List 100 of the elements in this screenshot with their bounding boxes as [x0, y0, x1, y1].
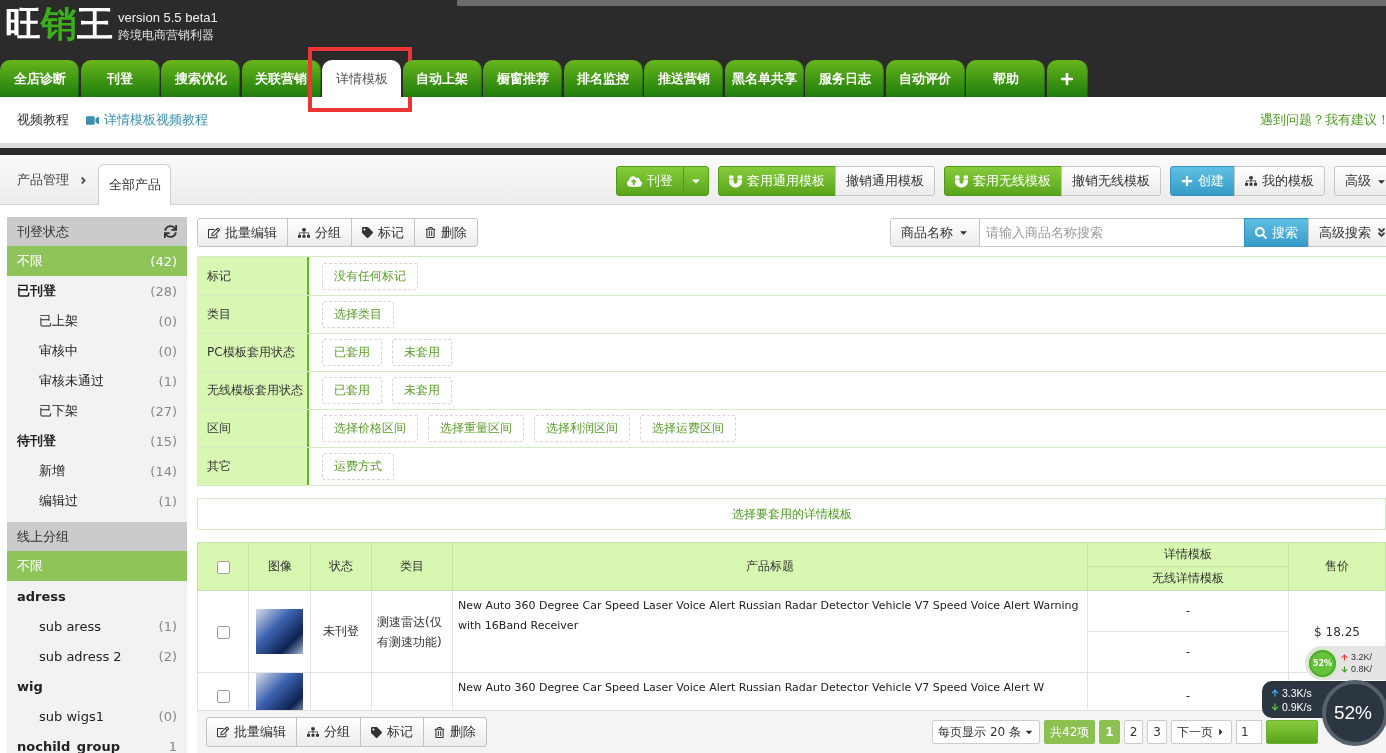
nav-tab[interactable]: 刊登: [80, 60, 160, 97]
sidebar-item[interactable]: 已上架 (0): [7, 306, 187, 336]
toolbar-button[interactable]: 删除: [423, 717, 487, 747]
sidebar-item[interactable]: 新增 (14): [7, 456, 187, 486]
plus-icon: [1181, 175, 1193, 187]
version-text: version 5.5 beta1: [118, 10, 218, 26]
subnav-link[interactable]: 详情模板视频教程: [86, 111, 208, 129]
cloud-upload-icon: [627, 173, 642, 189]
filter-label: PC模板套用状态: [198, 334, 309, 371]
toolbar-button[interactable]: 删除: [414, 218, 478, 247]
filter-option[interactable]: 已套用: [322, 339, 382, 366]
download-speed: 0.9K/s: [1282, 700, 1312, 713]
table-cell: 测速雷达(仅有测速功能): [371, 590, 453, 673]
sidebar-item[interactable]: 编辑过 (1): [7, 486, 187, 516]
sidebar-item[interactable]: adress: [7, 581, 187, 611]
dropdown-button[interactable]: [683, 166, 709, 196]
nav-tab[interactable]: 推送营销: [644, 60, 723, 97]
column-header: 无线详情模板: [1087, 566, 1289, 591]
nav-tab[interactable]: 详情模板: [322, 60, 401, 97]
toolbar-button[interactable]: 批量编辑: [206, 717, 297, 747]
sitemap-icon: [1245, 175, 1257, 187]
double-chevron-down-icon: [1376, 227, 1386, 238]
filter-option[interactable]: 未套用: [392, 377, 452, 404]
add-tab-button[interactable]: [1046, 60, 1088, 97]
magnet-icon: [729, 174, 742, 188]
breadcrumb-link[interactable]: 产品管理: [17, 171, 69, 189]
filter-option[interactable]: 未套用: [392, 339, 452, 366]
checkbox[interactable]: [216, 625, 230, 639]
nav-tab[interactable]: 自动上架: [402, 60, 482, 97]
filter-label: 其它: [198, 448, 309, 485]
filter-option[interactable]: 选择运费区间: [640, 415, 736, 442]
page-size-select[interactable]: 每页显示 20 条: [932, 720, 1041, 744]
toolbar-button[interactable]: 批量编辑: [197, 218, 288, 247]
checkbox[interactable]: [216, 560, 230, 574]
arrow-up-icon: [1341, 653, 1348, 661]
template-picker[interactable]: 选择要套用的详情模板: [197, 498, 1386, 530]
nav-tab[interactable]: 服务日志: [805, 60, 884, 97]
slogan-text: 跨境电商营销利器: [118, 27, 215, 43]
table-cell: New Auto 360 Degree Car Speed Laser Voice Alert Russian Radar Detector Vehicle V7 Speed Voice Alert Warning with 16Band Receiver: [452, 590, 1088, 673]
filter-option[interactable]: 选择利润区间: [534, 415, 630, 442]
filter-option[interactable]: 运费方式: [322, 453, 394, 480]
jump-button[interactable]: [1266, 720, 1318, 744]
advanced-search-button[interactable]: 高级搜索: [1308, 218, 1386, 247]
chevron-right-icon: [78, 174, 89, 186]
filter-option[interactable]: 选择价格区间: [322, 415, 418, 442]
section-title: 刊登状态: [17, 222, 69, 241]
sidebar-item[interactable]: sub aress (1): [7, 611, 187, 641]
column-header: 图像: [248, 542, 311, 591]
toolbar-button[interactable]: 分组: [287, 218, 352, 247]
section-title: 线上分组: [17, 527, 69, 546]
action-button[interactable]: 撤销通用模板: [835, 166, 935, 196]
filter-option[interactable]: 选择重量区间: [428, 415, 524, 442]
refresh-icon[interactable]: [164, 225, 177, 238]
toolbar-button[interactable]: 分组: [296, 717, 361, 747]
nav-tab[interactable]: 搜索优化: [161, 60, 240, 97]
next-page-button[interactable]: 下一页: [1171, 720, 1232, 744]
total-count: 共42项: [1044, 720, 1096, 744]
subnav-link[interactable]: 视频教程: [17, 111, 69, 129]
page-button[interactable]: 2: [1123, 720, 1144, 744]
search-icon: [1255, 226, 1267, 239]
search-field[interactable]: 请输入商品名称搜索: [980, 218, 1244, 247]
arrow-up-icon: [1271, 688, 1279, 697]
nav-tab[interactable]: 帮助: [966, 60, 1045, 97]
sidebar-item[interactable]: sub wigs1 (0): [7, 701, 187, 731]
sidebar-item[interactable]: 待刊登 (15): [7, 426, 187, 456]
edit-icon: [217, 726, 229, 738]
tag-icon: [371, 726, 382, 738]
sidebar-item[interactable]: wig: [7, 671, 187, 701]
toolbar-button[interactable]: 标记: [351, 218, 415, 247]
sidebar-item[interactable]: sub adress 2 (2): [7, 641, 187, 671]
filter-label: 无线模板套用状态: [198, 372, 309, 409]
photo-placeholder: [256, 673, 303, 710]
sidebar-item[interactable]: nochild_group 1: [7, 731, 187, 753]
sidebar-item[interactable]: 审核未通过 (1): [7, 366, 187, 396]
sidebar-item[interactable]: 审核中 (0): [7, 336, 187, 366]
column-header: 状态: [310, 542, 372, 591]
video-camera-icon: [86, 113, 99, 127]
usage-percent: 52%: [1307, 647, 1338, 679]
page-tab[interactable]: 全部产品: [98, 164, 171, 205]
table-cell: -: [1087, 590, 1289, 632]
nav-tab[interactable]: 关联营销: [241, 60, 321, 97]
filter-option[interactable]: 选择类目: [322, 301, 394, 328]
page-button[interactable]: 3: [1147, 720, 1167, 744]
sidebar-item[interactable]: 已下架 (27): [7, 396, 187, 426]
nav-tab[interactable]: 自动评价: [885, 60, 965, 97]
sidebar-item[interactable]: 已刊登 (28): [7, 276, 187, 306]
nav-tab[interactable]: 橱窗推荐: [483, 60, 562, 97]
filter-option[interactable]: 没有任何标记: [322, 262, 418, 290]
toolbar-button[interactable]: 标记: [360, 717, 424, 747]
action-button[interactable]: 高级: [1334, 166, 1386, 196]
checkbox[interactable]: [216, 689, 230, 703]
sitemap-icon: [307, 726, 319, 738]
page-input[interactable]: 1: [1236, 720, 1262, 744]
action-button[interactable]: 我的模板: [1234, 166, 1325, 196]
feedback-link[interactable]: 遇到问题？我有建议！: [1260, 111, 1386, 129]
action-button[interactable]: 撤销无线模板: [1061, 166, 1161, 196]
nav-tab[interactable]: 全店诊断: [0, 60, 79, 97]
filter-option[interactable]: 已套用: [322, 377, 382, 404]
search-field-menu[interactable]: 商品名称: [890, 218, 980, 247]
nav-tab[interactable]: 排名监控: [563, 60, 643, 97]
